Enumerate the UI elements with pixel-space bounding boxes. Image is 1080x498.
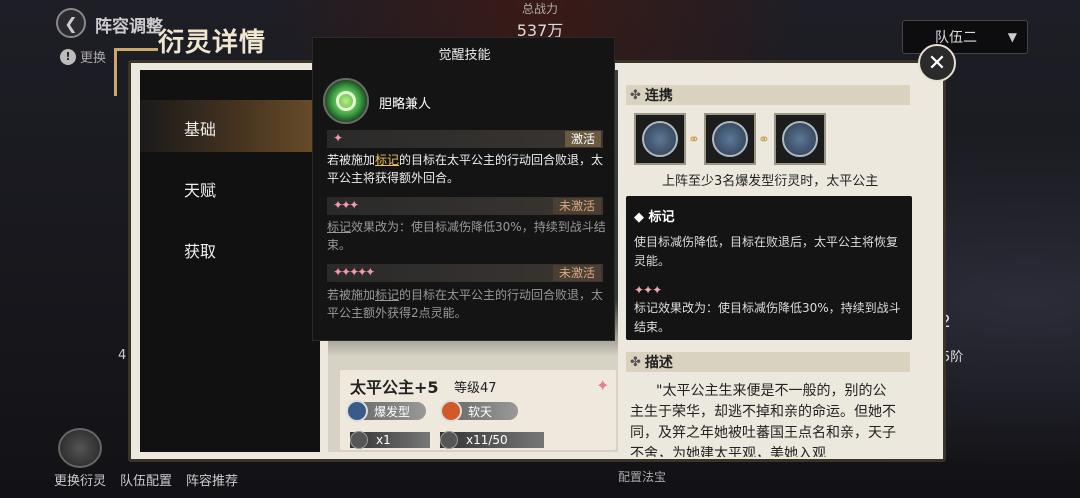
- burst-type-icon: [346, 400, 368, 422]
- tier-5-bar: ✦✦✦✦✦ 未激活: [327, 264, 603, 282]
- bottom-nav-recommend[interactable]: 阵容推荐: [186, 470, 238, 489]
- skill-panel-title: 觉醒技能: [438, 48, 491, 63]
- power-label: 总战力: [521, 2, 558, 16]
- status-badge: 未激活: [552, 198, 601, 214]
- type-tag-label: 爆发型: [374, 404, 411, 419]
- element-icon: [440, 400, 462, 422]
- link-section-title: 连携: [644, 88, 673, 104]
- skill-name: 胆略兼人: [379, 97, 432, 112]
- tier-3-text: 标记效果改为：使目标减伤降低30%，持续到战斗结束。: [327, 218, 607, 254]
- diamond-icon: ✤: [630, 87, 641, 103]
- character-name: 太平公主+5: [350, 378, 439, 397]
- page-title: 阵容调整: [95, 17, 163, 37]
- replace-hint-label: 更换: [80, 51, 107, 66]
- bottom-nav-replace[interactable]: 更换衍灵: [54, 470, 106, 489]
- mark-tooltip-effect: 标记效果改为：使目标减伤降低30%，持续到战斗结束。: [634, 301, 901, 334]
- diamond-icon: ✤: [630, 354, 641, 370]
- tier-3-bar: ✦✦✦ 未激活: [327, 197, 603, 215]
- tier-3-post: 效果改为：使目标减伤降低30%，持续到战斗结束。: [327, 220, 606, 252]
- nav-active-highlight: [140, 100, 320, 152]
- link-section-header: ✤ 连携: [626, 85, 910, 105]
- tier-5-pre: 若被施加: [327, 288, 376, 302]
- link-slot-2[interactable]: [704, 113, 756, 165]
- chain-icon: ⚭: [758, 132, 770, 148]
- spirit-avatar-icon: [642, 121, 678, 157]
- description-text: "太平公主生来便是不一般的，别的公主生于荣华，却逃不掉和亲的命运。但她不同，及笄…: [630, 383, 896, 457]
- desc-section-title: 描述: [644, 355, 673, 371]
- spirit-avatar-icon: [712, 121, 748, 157]
- bottom-nav: 更换衍灵 队伍配置 阵容推荐: [54, 470, 238, 489]
- shard-icon: [440, 431, 458, 449]
- status-badge: 未激活: [552, 265, 601, 281]
- chain-icon: ⚭: [688, 132, 700, 148]
- bottom-nav-team-config[interactable]: 队伍配置: [120, 470, 172, 489]
- spirit-avatar-icon: [782, 121, 818, 157]
- modal-title: 衍灵详情: [158, 28, 267, 58]
- warning-icon: !: [60, 48, 76, 65]
- total-power: 总战力 537万: [495, 0, 585, 41]
- count-1: x1: [376, 433, 391, 447]
- desc-section-header: ✤ 描述: [626, 352, 910, 372]
- tier-1-pre: 若被施加: [327, 153, 376, 167]
- mark-keyword-link[interactable]: 标记: [375, 288, 399, 302]
- config-treasure-label[interactable]: 配置法宝: [618, 468, 666, 485]
- skill-ring: [336, 91, 356, 111]
- link-slot-1[interactable]: [634, 113, 686, 165]
- tier-5-text: 若被施加标记的目标在太平公主的行动回合败退，太平公主额外获得2点灵能。: [327, 286, 607, 322]
- item-icon: [350, 431, 368, 449]
- mark-title-text: 标记: [648, 210, 675, 225]
- sparkle-icon: ✦: [596, 376, 610, 395]
- replace-hint: ! 更换: [60, 47, 106, 66]
- nav-obtain[interactable]: 获取: [184, 238, 216, 262]
- mark-tooltip: ◆ 标记 使目标减伤降低，目标在败退后，太平公主将恢复灵能。 ✦✦✦ 标记效果改…: [626, 196, 912, 340]
- team-select[interactable]: 队伍二 ▼: [902, 20, 1028, 54]
- chevron-down-icon: ▼: [1007, 30, 1017, 44]
- nav-talent[interactable]: 天赋: [184, 177, 216, 201]
- character-level: 等级47: [454, 381, 497, 396]
- element-tag-label: 软天: [468, 404, 493, 419]
- tier-1-text: 若被施加标记的目标在太平公主的行动回合败退，太平公主将获得额外回合。: [327, 151, 607, 187]
- close-icon[interactable]: ✕: [918, 44, 956, 82]
- back-button[interactable]: ❮: [56, 8, 86, 38]
- mark-stars-icon: ✦✦✦: [634, 283, 662, 297]
- star-icon: ✦✦✦: [333, 198, 359, 212]
- link-description: 上阵至少3名爆发型衍灵时，太平公主: [662, 174, 879, 189]
- left-nav: 基础 天赋 获取: [140, 70, 320, 452]
- mark-keyword-link[interactable]: 标记: [375, 153, 399, 167]
- count-2: x11/50: [466, 433, 508, 447]
- link-slot-3[interactable]: [774, 113, 826, 165]
- nav-basic[interactable]: 基础: [184, 116, 216, 140]
- awakening-skill-panel: 觉醒技能 胆略兼人 ✦ 激活 若被施加标记的目标在太平公主的行动回合败退，太平公…: [312, 37, 615, 341]
- status-badge: 激活: [564, 131, 601, 147]
- side-left-number: 4: [118, 348, 127, 363]
- mark-tooltip-desc: 使目标减伤降低，目标在败退后，太平公主将恢复灵能。: [634, 235, 899, 268]
- mark-keyword-link[interactable]: 标记: [327, 220, 351, 234]
- star-icon: ✦✦✦✦✦: [333, 265, 375, 279]
- tier-1-bar: ✦ 激活: [327, 130, 603, 148]
- skill-icon: [323, 78, 369, 124]
- replace-spirit-icon[interactable]: [58, 428, 102, 468]
- mark-tooltip-title: ◆ 标记: [634, 210, 675, 225]
- star-icon: ✦: [333, 131, 343, 145]
